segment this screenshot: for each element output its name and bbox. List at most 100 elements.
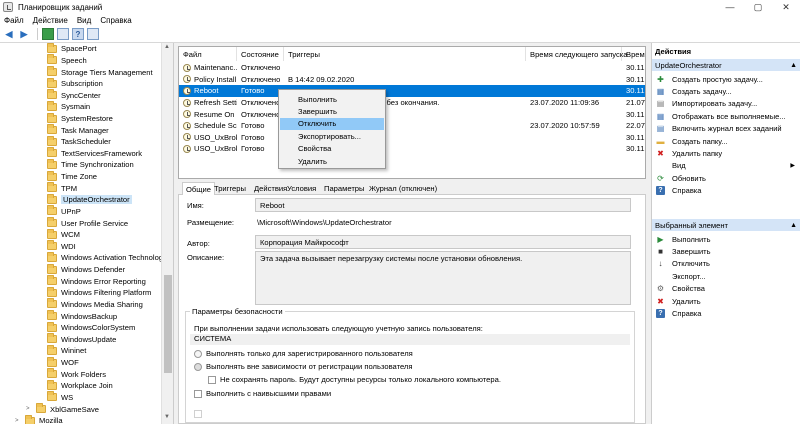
task-row[interactable]: Maintenanc... Отключено 30.11.1 <box>179 62 645 74</box>
tab-details[interactable]: Условия <box>284 182 319 195</box>
tree-item[interactable]: Windows Filtering Platform <box>47 286 151 299</box>
option-no-password[interactable]: Не сохранять пароль. Будут доступны ресу… <box>208 375 501 384</box>
tree-item[interactable]: WOF <box>47 356 79 369</box>
option-highest-privileges[interactable]: Выполнить с наивысшими правами <box>194 389 331 398</box>
tree-item[interactable]: UPnP <box>47 205 81 218</box>
description-field[interactable]: Эта задача вызывает перезагрузку системы… <box>255 251 631 305</box>
tree-item[interactable]: Storage Tiers Management <box>47 66 153 78</box>
column-header-triggers[interactable]: Триггеры <box>284 47 526 61</box>
tree-item[interactable]: Windows Media Sharing <box>47 298 143 311</box>
tree-item[interactable]: Time Synchronization <box>47 158 134 171</box>
column-header-next-run[interactable]: Время следующего запуска <box>526 47 628 61</box>
back-arrow-icon[interactable]: ◀ <box>3 28 15 40</box>
tree-item[interactable]: WS <box>47 391 73 404</box>
tree-item[interactable]: Speech <box>47 54 87 67</box>
task-row[interactable]: Resume On ... Отключено 30.11.1 <box>179 108 645 120</box>
tree-item[interactable]: TaskScheduler <box>47 135 111 148</box>
help-icon[interactable]: ? <box>72 28 84 40</box>
minimize-button[interactable]: — <box>716 0 744 14</box>
selected-item-section[interactable]: Выбранный элемент ▲ <box>652 219 800 231</box>
action-item[interactable]: ✚ Создать простую задачу... <box>652 73 800 85</box>
context-menu-item[interactable]: Экспортировать... <box>280 130 384 142</box>
menu-file[interactable]: Файл <box>4 16 24 25</box>
tree-item[interactable]: XblGameSave > <box>26 403 99 415</box>
action-item[interactable]: ▦ Создать задачу... <box>652 85 800 97</box>
menu-view[interactable]: Вид <box>77 16 91 25</box>
collapse-arrow-icon[interactable]: ▲ <box>790 222 797 229</box>
tree-item[interactable]: WCM <box>47 228 80 241</box>
task-row[interactable]: USO_UxBrok... Готово 30.11.1 <box>179 132 645 144</box>
expand-arrow-icon[interactable]: > <box>26 406 30 412</box>
up-level-icon[interactable] <box>42 28 54 40</box>
tree-item[interactable]: WDI <box>47 240 76 253</box>
tree-item[interactable]: WindowsBackup <box>47 310 117 322</box>
tree-item[interactable]: User Profile Service <box>47 217 128 229</box>
action-item[interactable]: ⚙ Свойства <box>652 283 800 295</box>
action-item[interactable]: ? Справка <box>652 185 800 197</box>
tree-item[interactable]: Wininet <box>47 344 86 357</box>
name-field[interactable]: Reboot <box>255 198 631 212</box>
action-item[interactable]: ▬ Создать папку... <box>652 135 800 147</box>
tab-details[interactable]: Журнал (отключен) <box>366 182 440 195</box>
action-item[interactable]: ■ Завершить <box>652 245 800 257</box>
tree-item[interactable]: Time Zone <box>47 170 97 183</box>
collapse-arrow-icon[interactable]: ▲ <box>790 62 797 69</box>
tree-scroll-thumb[interactable] <box>164 275 172 373</box>
context-menu-item[interactable]: Свойства <box>280 143 384 155</box>
tree-item[interactable]: TextServicesFramework <box>47 147 142 160</box>
tree-item[interactable]: Mozilla > <box>15 414 63 424</box>
task-row[interactable]: Schedule ScanГотовоое23.07.2020 10:57:59… <box>179 120 645 132</box>
tree-item[interactable]: TPM <box>47 182 77 194</box>
context-menu-item[interactable]: Отключить <box>280 117 384 130</box>
maximize-button[interactable]: ▢ <box>744 0 772 14</box>
action-item[interactable]: ▤ Включить журнал всех заданий <box>652 123 800 135</box>
action-item[interactable]: Экспорт... <box>652 270 800 282</box>
column-header-name[interactable]: Файл <box>179 47 237 61</box>
tree-item[interactable]: Windows Defender <box>47 263 125 276</box>
scroll-up-icon[interactable]: ▲ <box>164 44 170 50</box>
menu-action[interactable]: Действие <box>33 16 68 25</box>
tree-item[interactable]: WindowsColorSystem <box>47 321 135 334</box>
tree-item[interactable]: WindowsUpdate <box>47 333 116 346</box>
tree-item[interactable]: Sysmain <box>47 100 90 113</box>
task-row[interactable]: Policy Install Отключено В 14:42 09.02.202… <box>179 74 645 86</box>
expand-arrow-icon[interactable]: > <box>15 418 19 424</box>
tree-item[interactable]: Windows Error Reporting <box>47 275 146 287</box>
tree-item[interactable]: Work Folders <box>47 368 106 380</box>
task-row[interactable]: Refresh Setti...Отключенопое после начал… <box>179 97 645 109</box>
tab-details[interactable]: Триггеры <box>211 182 249 195</box>
action-item[interactable]: ▤ Импортировать задачу... <box>652 98 800 110</box>
context-menu-item[interactable]: Выполнить <box>280 93 384 105</box>
close-button[interactable]: ✕ <box>772 0 800 14</box>
action-item[interactable]: ⟳ Обновить <box>652 172 800 184</box>
column-header-state[interactable]: Состояние <box>237 47 284 61</box>
tree-item[interactable]: Workplace Join <box>47 379 113 392</box>
tree-item[interactable]: Windows Activation Technologie <box>47 251 169 264</box>
context-menu-item[interactable]: Удалить <box>280 155 384 167</box>
checkbox-highest-privileges[interactable] <box>194 389 202 398</box>
option-registered-only[interactable]: Выполнять только для зарегистрированного… <box>194 349 413 358</box>
radio-run-whether-logged[interactable] <box>194 362 202 371</box>
tree-item[interactable]: SyncCenter <box>47 89 101 101</box>
tree-item[interactable]: SpacePort <box>47 43 96 55</box>
task-row[interactable]: USO_UxBrok... Готово 30.11.1 <box>179 143 645 155</box>
column-header-last-run[interactable]: Время <box>622 47 645 61</box>
action-item[interactable]: ▦ Отображать все выполняемые... <box>652 110 800 122</box>
console-tree-icon[interactable] <box>57 28 69 40</box>
tab-details[interactable]: Параметры <box>321 182 367 195</box>
tree-scrollbar[interactable]: ▲ ▼ <box>161 43 173 424</box>
tree-item[interactable]: Task Manager <box>47 124 109 136</box>
tree-item[interactable]: UpdateOrchestrator <box>47 193 132 206</box>
author-field[interactable]: Корпорация Майкрософт <box>255 235 631 249</box>
forward-arrow-icon[interactable]: ▶ <box>18 28 30 40</box>
menu-help[interactable]: Справка <box>100 16 131 25</box>
action-item[interactable]: ✖ Удалить <box>652 295 800 307</box>
folder-actions-section[interactable]: UpdateOrchestrator ▲ <box>652 59 800 71</box>
scroll-down-icon[interactable]: ▼ <box>164 414 170 420</box>
action-item[interactable]: ▶ Выполнить <box>652 233 800 245</box>
tree-item[interactable]: Subscription <box>47 77 103 90</box>
action-item[interactable]: ? Справка <box>652 307 800 319</box>
action-item[interactable]: ✖ Удалить папку <box>652 147 800 159</box>
task-row[interactable]: Reboot Готово 30.11.1 <box>179 85 645 97</box>
radio-registered-only[interactable] <box>194 349 202 358</box>
